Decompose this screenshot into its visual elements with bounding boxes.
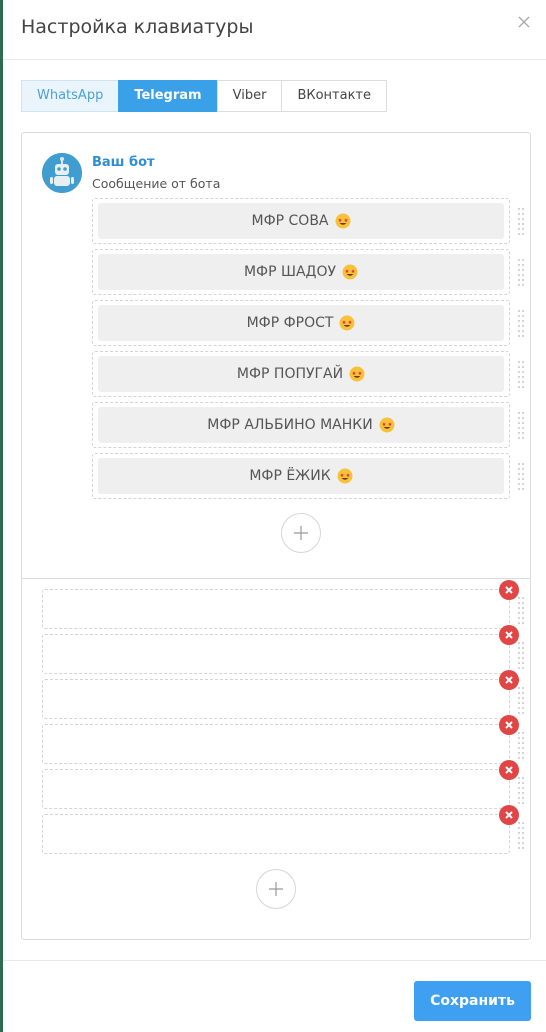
close-icon[interactable] — [516, 14, 532, 30]
keyboard-row[interactable] — [42, 805, 524, 854]
inline-button-row: МФР ПОПУГАЙ — [92, 351, 524, 397]
modal-title: Настройка клавиатуры — [21, 16, 254, 38]
star-struck-emoji-icon — [339, 315, 355, 331]
inline-button-label: МФР АЛЬБИНО МАНКИ — [207, 417, 373, 433]
keyboard-row[interactable] — [42, 760, 524, 809]
bot-name: Ваш бот — [92, 155, 155, 170]
drag-handle-icon[interactable] — [517, 730, 525, 760]
inline-button-label: МФР ШАДОУ — [243, 264, 337, 280]
inline-button[interactable]: МФР АЛЬБИНО МАНКИ — [98, 407, 504, 443]
inline-button-row: МФР ЁЖИК — [92, 453, 524, 499]
inline-button-row: МФР ФРОСТ — [92, 300, 524, 346]
inline-button[interactable]: МФР ШАДОУ — [98, 254, 504, 290]
star-struck-emoji-icon — [337, 468, 353, 484]
tab-vkontakte[interactable]: ВКонтакте — [281, 80, 388, 112]
drag-handle-icon[interactable] — [517, 257, 525, 287]
drag-handle-icon[interactable] — [517, 308, 525, 338]
inline-button-row: МФР СОВА — [92, 198, 524, 244]
delete-x-icon[interactable] — [499, 625, 519, 645]
drag-handle-icon[interactable] — [517, 461, 525, 491]
bot-message: Сообщение от бота — [92, 176, 221, 191]
inline-button[interactable]: МФР ФРОСТ — [98, 305, 504, 341]
save-button[interactable]: Сохранить — [414, 981, 531, 1021]
drag-handle-icon[interactable] — [517, 359, 525, 389]
tab-viber[interactable]: Viber — [216, 80, 283, 112]
inline-button[interactable]: МФР ЁЖИК — [98, 458, 504, 494]
keyboard-editor-panel: Ваш бот Сообщение от бота МФР СОВА МФР Ш… — [21, 132, 531, 940]
modal-footer-divider — [3, 960, 546, 961]
inline-button-row: МФР ШАДОУ — [92, 249, 524, 295]
delete-x-icon[interactable] — [499, 760, 519, 780]
tab-telegram[interactable]: Telegram — [118, 80, 218, 112]
section-divider — [22, 578, 530, 579]
drag-handle-icon[interactable] — [517, 775, 525, 805]
inline-button-row: МФР АЛЬБИНО МАНКИ — [92, 402, 524, 448]
delete-x-icon[interactable] — [499, 805, 519, 825]
messenger-tabs: WhatsApp Telegram Viber ВКонтакте — [21, 80, 388, 112]
star-struck-emoji-icon — [335, 213, 351, 229]
robot-icon — [42, 153, 82, 193]
delete-x-icon[interactable] — [499, 670, 519, 690]
inline-button-label: МФР ЁЖИК — [249, 468, 331, 484]
inline-button[interactable]: МФР ПОПУГАЙ — [98, 356, 504, 392]
delete-x-icon[interactable] — [499, 580, 519, 600]
star-struck-emoji-icon — [379, 417, 395, 433]
keyboard-row[interactable] — [42, 670, 524, 719]
drag-handle-icon[interactable] — [517, 595, 525, 625]
modal-header: Настройка клавиатуры — [3, 0, 546, 60]
plus-icon — [294, 526, 308, 540]
drag-handle-icon[interactable] — [517, 685, 525, 715]
star-struck-emoji-icon — [349, 366, 365, 382]
keyboard-settings-modal: Настройка клавиатуры WhatsApp Telegram V… — [3, 0, 546, 1032]
drag-handle-icon[interactable] — [517, 640, 525, 670]
inline-button-label: МФР ПОПУГАЙ — [236, 366, 344, 382]
inline-button-label: МФР СОВА — [251, 213, 329, 229]
drag-handle-icon[interactable] — [517, 410, 525, 440]
plus-icon — [269, 882, 283, 896]
add-keyboard-row-button[interactable] — [256, 869, 296, 909]
tab-whatsapp[interactable]: WhatsApp — [21, 80, 120, 112]
keyboard-row[interactable] — [42, 580, 524, 629]
add-inline-button[interactable] — [281, 513, 321, 553]
inline-button-label: МФР ФРОСТ — [246, 315, 334, 331]
keyboard-row[interactable] — [42, 715, 524, 764]
keyboard-row[interactable] — [42, 625, 524, 674]
drag-handle-icon[interactable] — [517, 820, 525, 850]
delete-x-icon[interactable] — [499, 715, 519, 735]
star-struck-emoji-icon — [342, 264, 358, 280]
inline-button[interactable]: МФР СОВА — [98, 203, 504, 239]
drag-handle-icon[interactable] — [517, 206, 525, 236]
